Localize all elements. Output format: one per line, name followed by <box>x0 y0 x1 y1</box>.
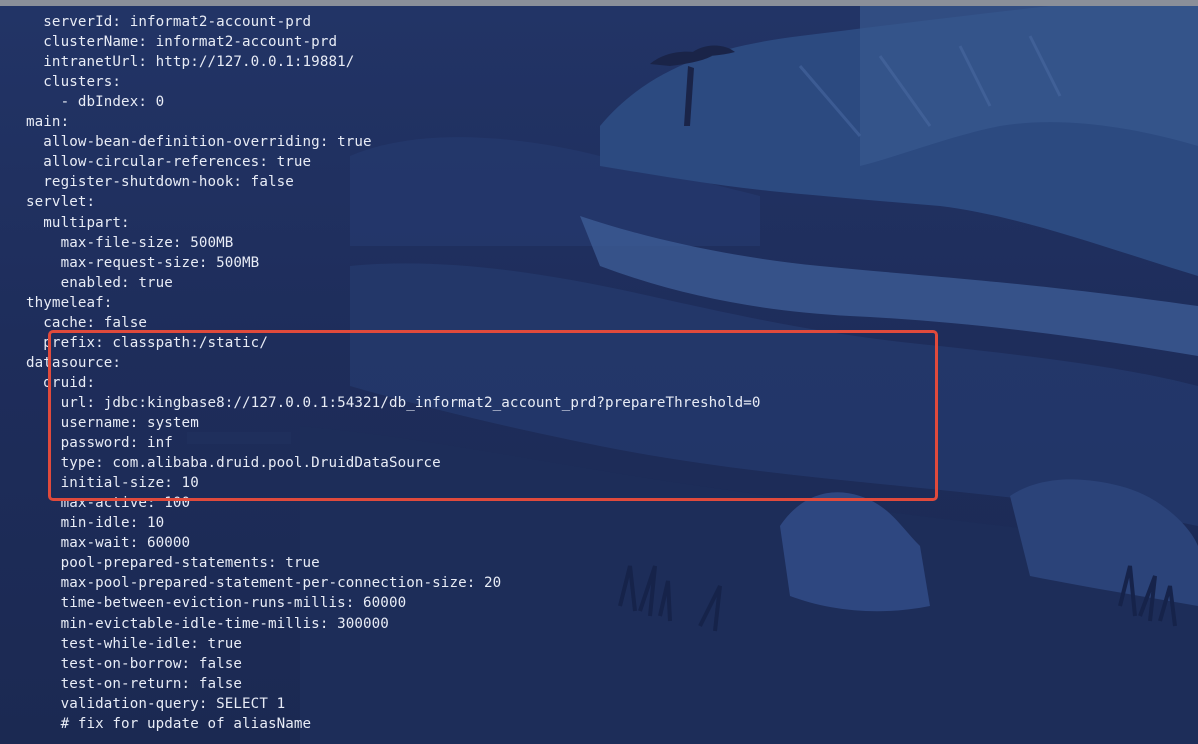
terminal-line: clusterName: informat2-account-prd <box>26 34 338 51</box>
terminal-line: max-request-size: 500MB <box>26 254 260 271</box>
terminal-line: allow-circular-references: true <box>26 154 312 171</box>
terminal-line: validation-query: SELECT 1 <box>26 695 286 712</box>
terminal-line: min-idle: 10 <box>26 515 165 532</box>
terminal-line: max-pool-prepared-statement-per-connecti… <box>26 575 502 592</box>
terminal-line: max-file-size: 500MB <box>26 234 234 251</box>
terminal-line: time-between-eviction-runs-millis: 60000 <box>26 595 407 612</box>
terminal-line: # fix for update of aliasName <box>26 715 312 732</box>
terminal-line: allow-bean-definition-overriding: true <box>26 134 372 151</box>
terminal-line: test-on-return: false <box>26 675 243 692</box>
terminal-line: min-evictable-idle-time-millis: 300000 <box>26 615 389 632</box>
terminal-window[interactable]: serverId: informat2-account-prd clusterN… <box>0 0 1198 744</box>
terminal-line: multipart: <box>26 214 130 231</box>
red-highlight-box <box>48 330 938 501</box>
terminal-line: pool-prepared-statements: true <box>26 555 320 572</box>
terminal-line: - dbIndex: 0 <box>26 94 165 111</box>
terminal-line: test-on-borrow: false <box>26 655 243 672</box>
terminal-line: intranetUrl: http://127.0.0.1:19881/ <box>26 54 355 71</box>
terminal-line: clusters: <box>26 74 122 91</box>
terminal-line: max-wait: 60000 <box>26 535 191 552</box>
terminal-line: servlet: <box>26 194 96 211</box>
terminal-line: enabled: true <box>26 274 173 291</box>
terminal-line: serverId: informat2-account-prd <box>26 14 312 30</box>
terminal-line: register-shutdown-hook: false <box>26 174 294 191</box>
terminal-line: main: <box>26 114 70 131</box>
terminal-line: test-while-idle: true <box>26 635 243 652</box>
terminal-line: thymeleaf: <box>26 294 113 311</box>
redacted-password-mask <box>187 432 291 444</box>
